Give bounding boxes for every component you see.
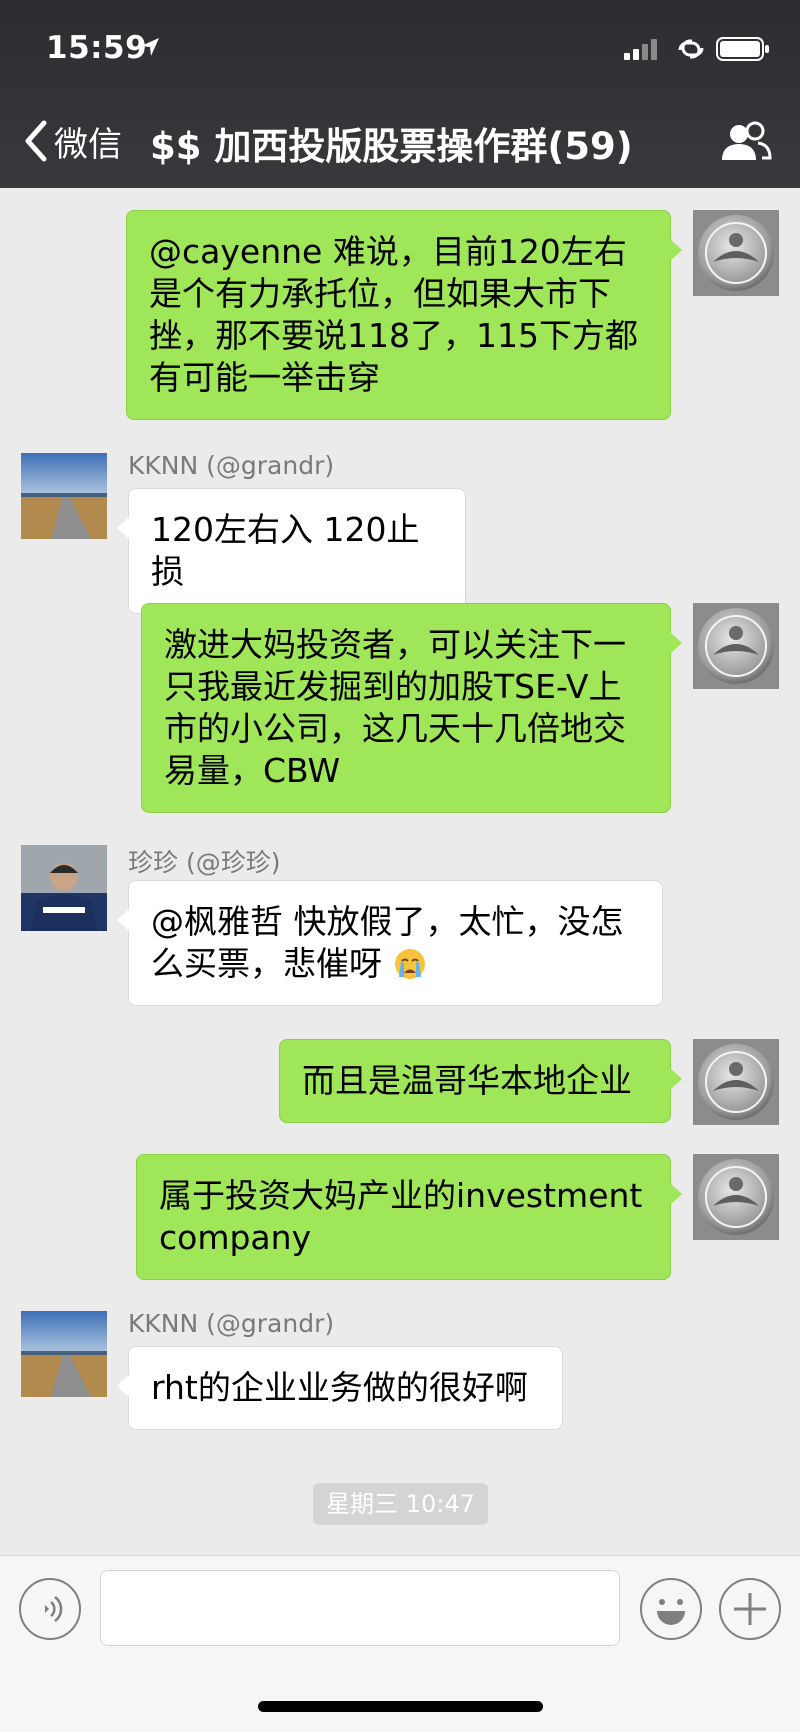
smiley-icon bbox=[657, 1599, 685, 1625]
status-bar: 15:59 bbox=[0, 0, 800, 96]
more-button[interactable] bbox=[719, 1578, 781, 1640]
personal-hotspot-icon bbox=[678, 39, 704, 59]
own-avatar[interactable] bbox=[693, 1154, 779, 1240]
chevron-left-icon bbox=[25, 120, 47, 162]
back-button[interactable]: 微信 bbox=[20, 116, 122, 166]
own-avatar[interactable] bbox=[693, 210, 779, 296]
message-bubble[interactable]: 120左右入 120止损 bbox=[117, 488, 466, 614]
emoji-button[interactable] bbox=[640, 1578, 702, 1640]
message-bubble[interactable]: 属于投资大妈产业的investment company bbox=[136, 1154, 682, 1280]
group-members-icon[interactable] bbox=[720, 120, 772, 164]
chat-header: 15:59 微信 $$ 加西投版股票操作群(59) bbox=[0, 0, 800, 188]
chat-title: $$ 加西投版股票操作群(59) bbox=[150, 125, 633, 168]
own-avatar[interactable] bbox=[693, 603, 779, 689]
sender-avatar[interactable] bbox=[21, 845, 107, 931]
voice-input-button[interactable] bbox=[19, 1578, 81, 1640]
message-bubble[interactable]: rht的企业业务做的很好啊 bbox=[117, 1346, 563, 1430]
location-arrow-icon bbox=[141, 38, 159, 56]
message-text: @枫雅哲 快放假了，太忙，没怎么买票，悲催呀 bbox=[151, 902, 624, 983]
sender-name: KKNN (@grandr) bbox=[128, 1309, 335, 1338]
message-bubble[interactable]: 而且是温哥华本地企业 bbox=[279, 1039, 682, 1123]
sender-avatar[interactable] bbox=[21, 453, 107, 539]
cellular-signal-icon bbox=[624, 39, 657, 60]
crying-face-icon bbox=[394, 949, 425, 979]
sender-name: 珍珍 (@珍珍) bbox=[128, 848, 281, 877]
home-indicator[interactable] bbox=[258, 1701, 543, 1712]
battery-icon bbox=[716, 37, 769, 61]
plus-icon bbox=[734, 1593, 766, 1625]
voice-icon bbox=[45, 1596, 63, 1622]
message-bubble[interactable]: 激进大妈投资者，可以关注下一只我最近发掘到的加股TSE-V上市的小公司，这几天十… bbox=[141, 603, 682, 813]
sender-name: KKNN (@grandr) bbox=[128, 451, 335, 480]
message-bubble[interactable]: @枫雅哲 快放假了，太忙，没怎么买票，悲催呀 bbox=[117, 880, 663, 1006]
nav-bar: 微信 $$ 加西投版股票操作群(59) bbox=[0, 96, 800, 188]
message-input[interactable] bbox=[100, 1570, 620, 1646]
message-bubble[interactable]: @cayenne 难说，目前120左右是个有力承托位，但如果大市下挫，那不要说1… bbox=[126, 210, 682, 420]
sender-avatar[interactable] bbox=[21, 1311, 107, 1397]
own-avatar[interactable] bbox=[693, 1039, 779, 1125]
back-label: 微信 bbox=[54, 124, 122, 165]
status-time: 15:59 bbox=[46, 30, 148, 66]
chat-timestamp: 星期三 10:47 bbox=[313, 1483, 488, 1525]
